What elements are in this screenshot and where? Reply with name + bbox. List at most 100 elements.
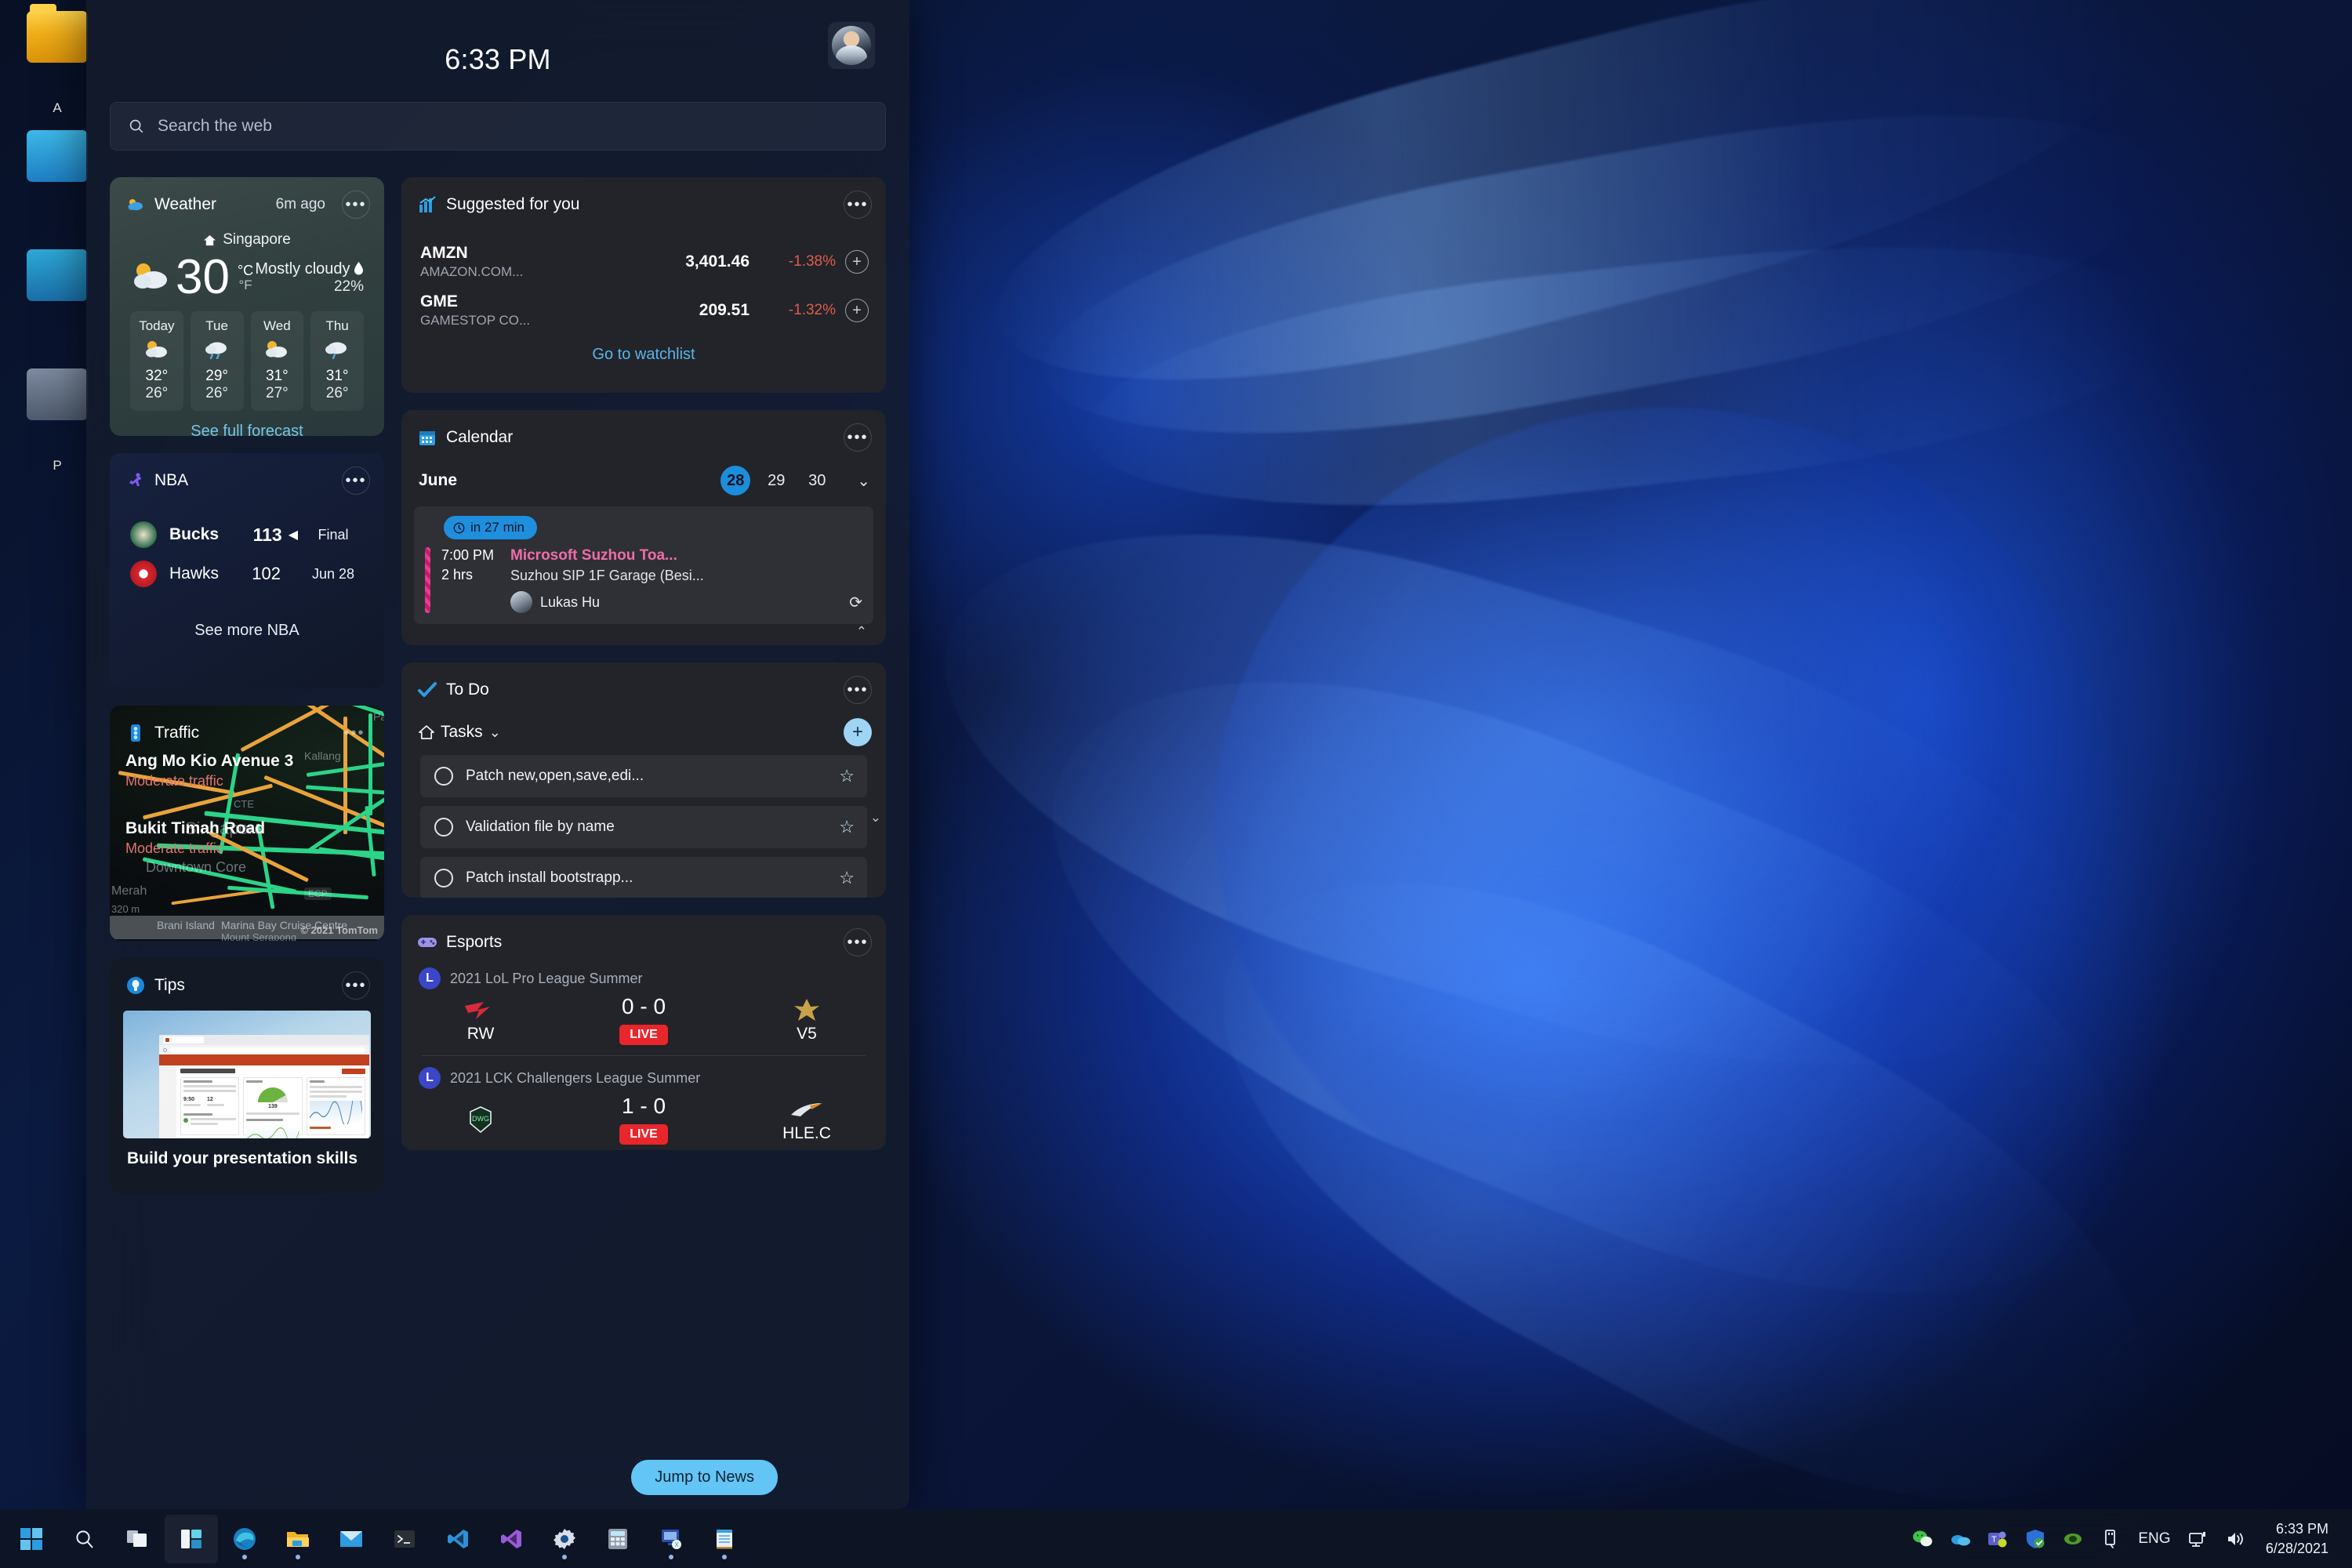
nvidia-tray-icon[interactable]	[2054, 1517, 2092, 1561]
star-icon[interactable]: ☆	[839, 817, 855, 837]
todo-widget[interactable]: To Do ••• Tasks ⌄ + Patch new,open,save,	[401, 662, 886, 898]
checkmark-icon	[417, 680, 437, 700]
see-full-forecast-link[interactable]: See full forecast	[110, 423, 384, 436]
tips-widget[interactable]: Tips ••• 9:50 12 139 Build your presenta…	[110, 958, 384, 1193]
star-icon[interactable]: ☆	[839, 766, 855, 786]
stocks-widget[interactable]: Suggested for you ••• AMZN AMAZON.COM...…	[401, 177, 886, 393]
task-checkbox[interactable]	[434, 869, 453, 887]
onedrive-tray-icon[interactable]	[1941, 1517, 1979, 1561]
esports-match[interactable]: RW 0 - 0 LIVE V5	[401, 989, 886, 1045]
calendar-widget[interactable]: Calendar ••• June 28 29 30 ⌄ in 27 min 7…	[401, 410, 886, 645]
volume-icon[interactable]	[2217, 1517, 2255, 1561]
chevron-down-icon[interactable]: ⌄	[870, 810, 881, 826]
vscode-button[interactable]	[431, 1515, 485, 1563]
start-button[interactable]	[5, 1515, 58, 1563]
weather-more-button[interactable]: •••	[342, 191, 370, 219]
defender-tray-icon[interactable]	[2016, 1517, 2054, 1561]
add-stock-button[interactable]: +	[845, 299, 869, 322]
esports-more-button[interactable]: •••	[844, 928, 872, 956]
calendar-more-button[interactable]: •••	[844, 423, 872, 452]
traffic-more-button[interactable]: •••	[340, 719, 368, 747]
remote-desktop-button[interactable]: X	[644, 1515, 698, 1563]
widget-column-left: Weather 6m ago ••• Singapore 30 °C °F Mo…	[110, 177, 384, 1193]
task-checkbox[interactable]	[434, 818, 453, 837]
visual-studio-icon	[501, 1529, 521, 1548]
todo-item[interactable]: Patch new,open,save,edi... ☆	[420, 755, 867, 797]
event-body: 7:00 PM 2 hrs Microsoft Suzhou Toa... Su…	[425, 547, 862, 613]
todo-more-button[interactable]: •••	[844, 676, 872, 704]
unit-fahrenheit[interactable]: °F	[238, 278, 253, 292]
visual-studio-button[interactable]	[485, 1515, 538, 1563]
nba-more-button[interactable]: •••	[342, 466, 370, 495]
add-task-button[interactable]: +	[844, 718, 872, 746]
chevron-up-icon[interactable]: ⌃	[856, 624, 867, 640]
add-stock-button[interactable]: +	[845, 250, 869, 274]
todo-list-selector[interactable]: Tasks ⌄ +	[401, 704, 886, 746]
stock-row[interactable]: GME GAMESTOP CO... 209.51 -1.32% +	[401, 286, 886, 335]
dwg-team-logo-icon: DWG	[422, 1105, 539, 1134]
calendar-event[interactable]: in 27 min 7:00 PM 2 hrs Microsoft Suzhou…	[414, 506, 873, 639]
away-team-abbr: HLE.C	[782, 1123, 831, 1142]
browser-address-bar	[159, 1045, 369, 1054]
droplet-icon	[354, 261, 363, 274]
traffic-widget[interactable]: Paya Leb Kallang Singapore Downtown Core…	[110, 706, 384, 941]
widgets-scroll-area[interactable]: 6:33 PM Search the web Weather 6m ago ••…	[86, 0, 909, 1509]
go-to-watchlist-link[interactable]: Go to watchlist	[401, 346, 886, 364]
sync-icon[interactable]: ⟳	[849, 593, 862, 612]
calculator-button[interactable]	[591, 1515, 644, 1563]
forecast-low: 26°	[325, 385, 349, 401]
widgets-button[interactable]	[165, 1514, 218, 1563]
unit-celsius[interactable]: °C	[238, 263, 253, 278]
language-indicator[interactable]: ENG	[2129, 1517, 2180, 1561]
calendar-day-selected[interactable]: 28	[720, 466, 751, 495]
forecast-cell[interactable]: Wed 31° 27°	[250, 311, 304, 411]
tips-more-button[interactable]: •••	[342, 971, 370, 1000]
todo-item[interactable]: Validation file by name ☆	[420, 806, 867, 848]
weather-title: Weather	[154, 195, 216, 213]
task-view-button[interactable]	[111, 1515, 165, 1563]
forecast-cell[interactable]: Tue 29° 26°	[190, 311, 244, 411]
todo-item[interactable]: Patch install bootstrapp... ☆	[420, 857, 867, 898]
search-button[interactable]	[58, 1515, 111, 1563]
weather-location-name: Singapore	[223, 231, 291, 248]
chevron-down-icon[interactable]: ⌄	[857, 471, 870, 491]
notepad-button[interactable]	[698, 1515, 751, 1563]
terminal-icon	[394, 1530, 415, 1548]
jump-to-news-button[interactable]: Jump to News	[631, 1460, 778, 1495]
search-bar[interactable]	[110, 102, 886, 151]
esports-widget[interactable]: Esports ••• L 2021 LoL Pro League Summer…	[401, 915, 886, 1150]
star-icon[interactable]: ☆	[839, 868, 855, 888]
task-checkbox[interactable]	[434, 767, 453, 786]
forecast-cell[interactable]: Today 32° 26°	[130, 311, 183, 411]
taskbar-clock[interactable]: 6:33 PM 6/28/2021	[2255, 1519, 2341, 1558]
stock-row[interactable]: AMZN AMAZON.COM... 3,401.46 -1.38% +	[401, 238, 886, 286]
settings-button[interactable]	[538, 1515, 591, 1563]
edge-button[interactable]	[218, 1515, 271, 1563]
stocks-more-button[interactable]: •••	[844, 191, 872, 219]
weather-location-row: Singapore	[110, 231, 384, 249]
usb-eject-tray-icon[interactable]	[2092, 1517, 2129, 1561]
forecast-cell[interactable]: Thu 31° 26°	[310, 311, 364, 411]
file-explorer-button[interactable]	[271, 1515, 325, 1563]
bucks-logo-icon	[130, 521, 157, 548]
weather-widget[interactable]: Weather 6m ago ••• Singapore 30 °C °F Mo…	[110, 177, 384, 436]
home-team-abbr: RW	[466, 1024, 495, 1043]
teams-tray-icon[interactable]: T	[1979, 1517, 2016, 1561]
network-icon[interactable]	[2180, 1517, 2217, 1561]
forecast-icon-rain	[310, 339, 364, 364]
esports-match[interactable]: DWG 1 - 0 LIVE HLE.C	[401, 1089, 886, 1145]
terminal-button[interactable]	[378, 1515, 431, 1563]
account-button[interactable]	[828, 22, 875, 69]
calendar-day[interactable]: 30	[802, 466, 832, 495]
nba-widget[interactable]: NBA ••• Bucks 113 ◀ Final Hawks 102 Jun …	[110, 453, 384, 688]
nba-status: Final	[318, 526, 349, 543]
wechat-tray-icon[interactable]	[1904, 1517, 1941, 1561]
see-more-nba-link[interactable]: See more NBA	[110, 622, 384, 640]
chevron-down-icon[interactable]: ⌄	[489, 724, 501, 741]
weather-unit-toggle[interactable]: °C °F	[238, 263, 253, 292]
search-input[interactable]	[158, 117, 868, 136]
lightbulb-icon	[125, 975, 146, 996]
calendar-day[interactable]: 29	[761, 466, 791, 495]
mail-button[interactable]	[325, 1515, 378, 1563]
weather-condition: Mostly cloudy	[255, 260, 350, 278]
